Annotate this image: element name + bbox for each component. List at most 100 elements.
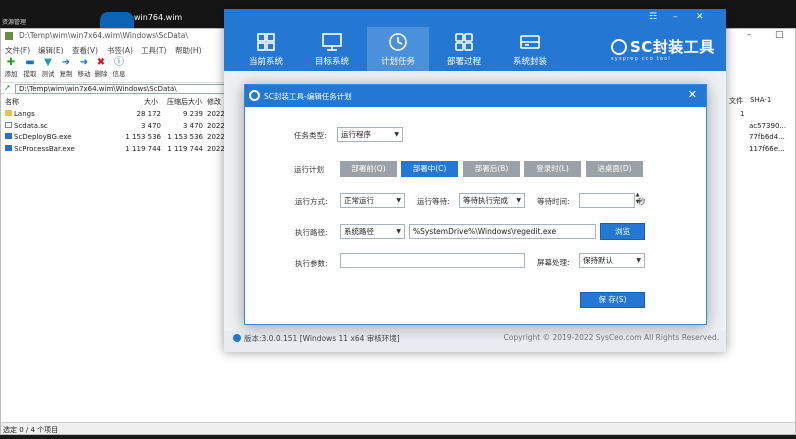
sha1-cell: 77fb6d4... [749, 133, 785, 141]
test-button[interactable]: ▼ 测试 [38, 57, 58, 78]
menu-view[interactable]: 查看(V) [72, 45, 98, 56]
chevron-down-icon: ▼ [636, 257, 641, 264]
exe-icon [5, 145, 12, 151]
nav-system-seal[interactable]: 系统封装 [499, 27, 561, 71]
sc-footer: 版本:3.0.0.151 [Windows 11 x64 审核环境] Copyr… [224, 329, 726, 347]
column-size[interactable]: 大小 [144, 97, 158, 107]
plan-during-deploy-button[interactable]: 部署中(C) [401, 161, 458, 177]
dialog-logo-icon [249, 90, 260, 101]
copy-arrow-icon: ➜ [61, 57, 71, 68]
table-row[interactable]: ScDeployBG.exe 1 153 536 1 153 536 2022 [1, 132, 241, 143]
info-button[interactable]: ⓘ 信息 [109, 57, 129, 78]
add-button[interactable]: ✚ 添加 [1, 57, 21, 78]
screen-select[interactable]: 保持默认 ▼ [579, 253, 645, 268]
monitor-icon [322, 33, 342, 51]
table-row[interactable]: ScProcessBar.exe 1 119 744 1 119 744 202… [1, 144, 241, 155]
app-icon [5, 32, 13, 40]
copy-button[interactable]: ➜ 复制 [56, 57, 76, 78]
clock-icon [389, 33, 407, 51]
plan-before-deploy-button[interactable]: 部署前(Q) [340, 161, 397, 177]
version-icon [233, 334, 241, 342]
folder-up-icon[interactable]: ➚ [4, 84, 12, 92]
delete-button[interactable]: ✖ 删除 [91, 57, 111, 78]
screen-label: 屏幕处理: [537, 258, 570, 267]
plan-after-deploy-button[interactable]: 部署后(B) [463, 161, 520, 177]
column-name[interactable]: 名称 [5, 97, 19, 107]
delete-x-icon: ✖ [96, 57, 106, 68]
close-icon[interactable]: ✕ [696, 12, 704, 22]
path-type-select[interactable]: 系统路径 ▼ [340, 224, 405, 239]
chevron-down-icon: ▼ [396, 197, 401, 204]
sc-header: ☶ – ✕ 当前系统 目标系统 计划任务 部署过程 系统封装 SC封装工具 sy… [224, 9, 726, 71]
windows-icon [257, 33, 275, 51]
address-input[interactable]: D:\Temp\wim\win7x64.wim\Windows\ScData\ [15, 84, 241, 94]
column-sha1[interactable]: SHA-1 [750, 96, 771, 104]
params-label: 执行参数: [295, 259, 328, 268]
file-icon [5, 122, 12, 128]
column-packed[interactable]: 压缩后大小 [167, 97, 202, 107]
run-wait-label: 运行等待: [417, 197, 450, 206]
exe-icon [5, 133, 12, 139]
table-row[interactable]: Scdata.sc 3 470 3 470 2022 [1, 121, 241, 132]
chevron-down-icon[interactable]: ▼ [633, 199, 642, 206]
toolbar: ✚ 添加 ▬ 提取 ▼ 测试 ➜ 复制 ➜ 移动 ✖ 删除 ⓘ 信息 [1, 57, 241, 81]
task-title[interactable]: win764.wim [134, 13, 182, 22]
nav-target-system[interactable]: 目标系统 [301, 27, 363, 71]
menu-file[interactable]: 文件(F) [5, 45, 30, 56]
sha1-cell: ac57390... [749, 122, 787, 130]
nav-deploy-process[interactable]: 部署过程 [433, 27, 495, 71]
run-mode-select[interactable]: 正常运行 ▼ [340, 193, 405, 208]
chevron-down-icon: ▼ [396, 228, 401, 235]
plan-at-login-button[interactable]: 登录时(L) [524, 161, 581, 177]
sha1-cell: 117f66e... [749, 145, 785, 153]
chevron-up-icon[interactable]: ▲ [633, 192, 642, 199]
menu-tools[interactable]: 工具(T) [141, 45, 166, 56]
copyright-text: Copyright © 2019-2022 SysCeo.com All Rig… [503, 333, 719, 342]
list-header: 名称 大小 压缩后大小 修改 [1, 96, 241, 107]
wait-time-label: 等待时间: [537, 197, 570, 206]
exec-path-label: 执行路径: [295, 228, 328, 237]
run-wait-select[interactable]: 等待执行完成 ▼ [459, 193, 525, 208]
version-text: 版本:3.0.0.151 [Windows 11 x64 审核环境] [244, 334, 400, 343]
wait-time-input[interactable] [579, 193, 635, 208]
status-bar: 选定 0 / 4 个项目 [1, 422, 795, 434]
nav-scheduled-tasks[interactable]: 计划任务 [367, 27, 429, 71]
menu-bookmarks[interactable]: 书签(A) [107, 45, 133, 56]
files-count: 1 [740, 110, 745, 118]
save-button[interactable]: 保 存(S) [580, 292, 645, 308]
path-input[interactable]: %SystemDrive%\Windows\regedit.exe [409, 224, 596, 239]
logo: SC封装工具 sysprep cco tool [611, 38, 715, 62]
plus-icon: ✚ [6, 57, 16, 68]
menu-help[interactable]: 帮助(H) [175, 45, 202, 56]
dialog-titlebar: SC封装工具-编辑任务计划 ✕ [245, 85, 706, 107]
task-type-label: 任务类型: [294, 131, 327, 140]
nav-current-system[interactable]: 当前系统 [235, 27, 297, 71]
wait-time-stepper[interactable]: ▲ ▼ [633, 192, 642, 207]
params-input[interactable] [340, 253, 525, 268]
address-bar: ➚ D:\Temp\wim\win7x64.wim\Windows\ScData… [1, 82, 241, 94]
column-modified[interactable]: 修改 [207, 97, 221, 107]
chevron-down-icon: ▼ [516, 197, 521, 204]
check-down-icon: ▼ [44, 57, 52, 68]
maximize-icon[interactable]: □ [775, 30, 784, 40]
table-row[interactable]: Langs 28 172 9 239 2022 [1, 109, 241, 120]
column-files[interactable]: 文件 [729, 96, 743, 106]
extract-button[interactable]: ▬ 提取 [20, 57, 40, 78]
minimize-icon[interactable]: – [747, 30, 752, 40]
account-icon[interactable]: ☶ [649, 12, 657, 22]
menu-edit[interactable]: 编辑(E) [38, 45, 64, 56]
minus-icon: ▬ [25, 57, 35, 68]
run-plan-label: 运行计划 [294, 165, 324, 174]
logo-icon [611, 39, 627, 55]
minimize-icon[interactable]: – [673, 12, 678, 22]
task-type-select[interactable]: 运行程序 ▼ [337, 127, 403, 142]
chevron-down-icon: ▼ [394, 131, 399, 138]
close-icon[interactable]: ✕ [688, 88, 697, 101]
browse-button[interactable]: 浏览 [600, 223, 645, 240]
plan-desktop-button[interactable]: 进桌面(D) [586, 161, 643, 177]
status-text: 选定 0 / 4 个项目 [3, 426, 59, 434]
dialog-title: SC封装工具-编辑任务计划 [264, 92, 352, 101]
run-mode-label: 运行方式: [295, 197, 328, 206]
taskbar-label: 资源管理 [2, 19, 27, 26]
drive-icon [520, 35, 540, 49]
